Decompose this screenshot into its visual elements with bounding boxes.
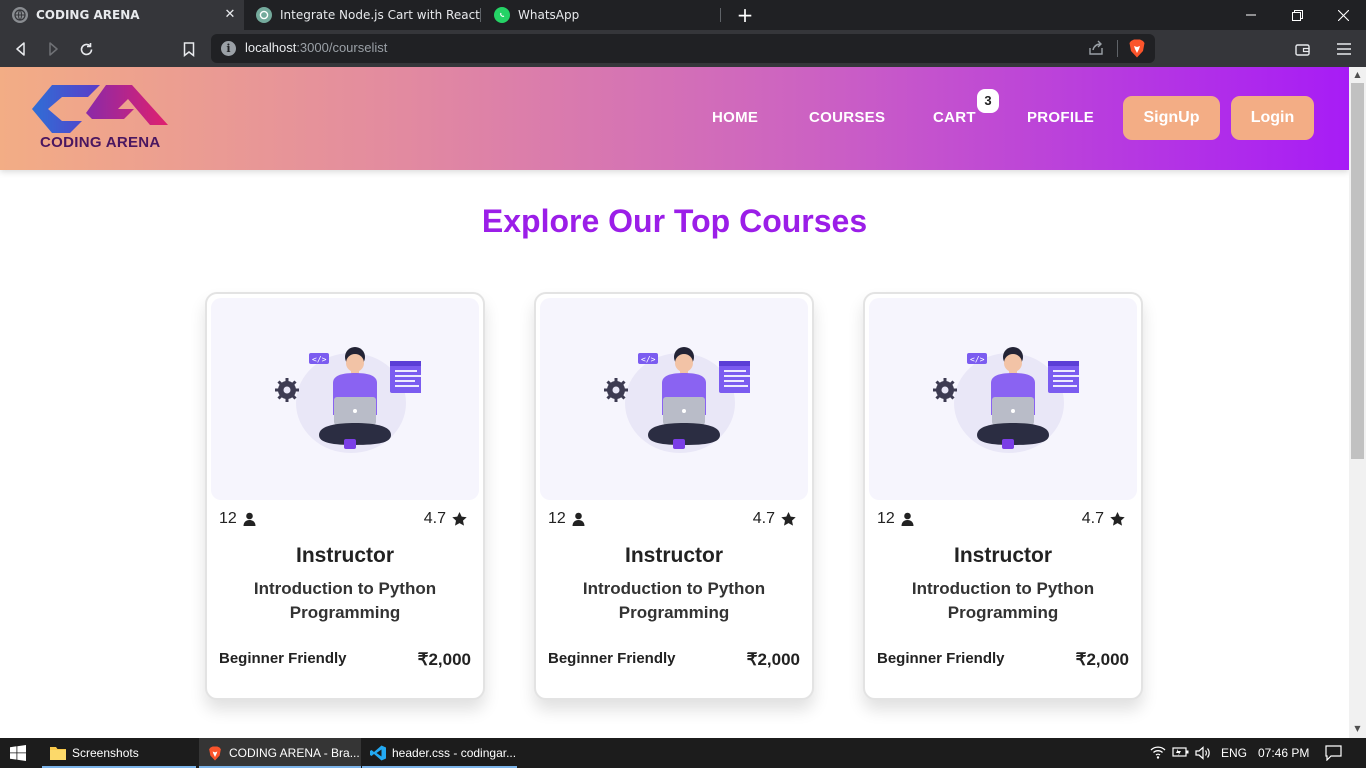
course-price: ₹2,000: [746, 650, 800, 669]
course-card[interactable]: </> 12 4.7 Instructor Introduction to Py…: [534, 292, 814, 700]
taskbar-item-brave[interactable]: CODING ARENA - Bra...: [199, 738, 361, 768]
course-level: Beginner Friendly: [219, 650, 347, 667]
wifi-icon[interactable]: [1150, 745, 1166, 762]
nav-cart-link[interactable]: CART: [933, 109, 976, 126]
restore-icon[interactable]: [1274, 0, 1320, 30]
cart-count-badge: 3: [977, 89, 999, 113]
browser-tab-strip: CODING ARENA ✕ Integrate Node.js Cart wi…: [0, 0, 1366, 30]
windows-taskbar: Screenshots CODING ARENA - Bra... header…: [0, 738, 1366, 768]
svg-text:</>: </>: [312, 355, 327, 364]
gear-icon: [275, 378, 299, 402]
globe-icon: [12, 7, 28, 23]
page-scrollbar[interactable]: ▲ ▼: [1349, 67, 1366, 738]
course-price: ₹2,000: [417, 650, 471, 669]
taskbar-item-screenshots[interactable]: Screenshots: [42, 738, 196, 768]
language-indicator[interactable]: ENG: [1221, 746, 1247, 760]
windows-start-icon[interactable]: [10, 745, 26, 761]
page-viewport: CODING ARENA HOME COURSES CART PROFILE 3…: [0, 67, 1349, 738]
nav-profile-link[interactable]: PROFILE: [1027, 109, 1094, 126]
course-price: ₹2,000: [1075, 650, 1129, 669]
rating: 4.7: [1082, 510, 1125, 528]
course-level: Beginner Friendly: [548, 650, 676, 667]
course-illustration: </>: [869, 298, 1137, 500]
course-illustration: </>: [540, 298, 808, 500]
back-icon[interactable]: [10, 38, 32, 60]
site-info-icon[interactable]: i: [221, 41, 236, 56]
tab-separator: [480, 8, 481, 22]
tab-coding-arena[interactable]: CODING ARENA ✕: [0, 0, 244, 30]
taskbar-item-label: Screenshots: [72, 746, 139, 760]
logo-text: CODING ARENA: [40, 134, 161, 151]
nav-courses-link[interactable]: COURSES: [809, 109, 885, 126]
instructor-name: Instructor: [295, 544, 394, 567]
bookmark-icon[interactable]: [178, 38, 200, 60]
scroll-down-arrow-icon[interactable]: ▼: [1353, 724, 1362, 733]
rating: 4.7: [424, 510, 467, 528]
course-title[interactable]: Introduction to Python Programming: [237, 577, 453, 625]
star-icon: [781, 512, 796, 526]
course-title[interactable]: Introduction to Python Programming: [895, 577, 1111, 625]
scroll-thumb[interactable]: [1351, 83, 1364, 459]
brave-shields-icon[interactable]: [1128, 39, 1146, 58]
menu-hamburger-icon[interactable]: [1333, 38, 1355, 60]
minimize-icon[interactable]: [1228, 0, 1274, 30]
notification-icon[interactable]: [1325, 745, 1342, 764]
login-button[interactable]: Login: [1231, 96, 1314, 140]
reload-icon[interactable]: [75, 38, 97, 60]
share-icon[interactable]: [1087, 39, 1105, 57]
close-tab-icon[interactable]: ✕: [222, 7, 238, 23]
course-illustration: </>: [211, 298, 479, 500]
signup-button[interactable]: SignUp: [1123, 96, 1220, 140]
star-icon: [452, 512, 467, 526]
course-card[interactable]: </> 12 4.7 Instructor Introduction to Py…: [863, 292, 1143, 700]
tab-title: WhatsApp: [518, 8, 580, 22]
course-level: Beginner Friendly: [877, 650, 1005, 667]
taskbar-item-label: CODING ARENA - Bra...: [229, 746, 360, 760]
vscode-icon: [370, 745, 386, 761]
instructor-name: Instructor: [624, 544, 723, 567]
folder-icon: [50, 745, 66, 761]
user-icon: [901, 512, 914, 526]
user-icon: [243, 512, 256, 526]
tab-integrate-nodejs[interactable]: Integrate Node.js Cart with React: [244, 0, 480, 30]
tab-title: Integrate Node.js Cart with React: [280, 8, 480, 22]
new-tab-plus-icon[interactable]: +: [734, 4, 756, 26]
course-card[interactable]: </> 12 4.7 Instructor Introduction to Py…: [205, 292, 485, 700]
tab-separator: [720, 8, 721, 22]
battery-icon[interactable]: [1172, 746, 1190, 761]
svg-text:</>: </>: [970, 355, 985, 364]
whatsapp-icon: [494, 7, 510, 23]
user-icon: [572, 512, 585, 526]
students-count: 12: [877, 510, 914, 528]
rating: 4.7: [753, 510, 796, 528]
nav-home-link[interactable]: HOME: [712, 109, 758, 126]
course-title[interactable]: Introduction to Python Programming: [566, 577, 782, 625]
scroll-up-arrow-icon[interactable]: ▲: [1353, 70, 1362, 79]
gear-icon: [604, 378, 628, 402]
brave-icon: [207, 745, 223, 761]
star-icon: [1110, 512, 1125, 526]
students-count: 12: [548, 510, 585, 528]
tab-title: CODING ARENA: [36, 8, 140, 22]
taskbar-item-label: header.css - codingar...: [392, 746, 517, 760]
divider: [1117, 40, 1118, 57]
close-window-icon[interactable]: [1320, 0, 1366, 30]
students-count: 12: [219, 510, 256, 528]
tab-whatsapp[interactable]: WhatsApp: [482, 0, 720, 30]
forward-icon[interactable]: [42, 38, 64, 60]
svg-text:</>: </>: [641, 355, 656, 364]
wallet-icon[interactable]: [1291, 38, 1313, 60]
browser-toolbar: i localhost:3000/courselist: [0, 30, 1366, 67]
clock[interactable]: 07:46 PM: [1258, 746, 1309, 760]
volume-icon[interactable]: [1195, 746, 1211, 763]
site-header: CODING ARENA HOME COURSES CART PROFILE 3…: [0, 67, 1349, 170]
gear-icon: [933, 378, 957, 402]
url-text[interactable]: localhost:3000/courselist: [245, 40, 387, 55]
address-bar[interactable]: i localhost:3000/courselist: [211, 34, 1155, 63]
chatgpt-icon: [256, 7, 272, 23]
section-title: Explore Our Top Courses: [481, 203, 868, 239]
instructor-name: Instructor: [953, 544, 1052, 567]
taskbar-item-vscode[interactable]: header.css - codingar...: [362, 738, 517, 768]
